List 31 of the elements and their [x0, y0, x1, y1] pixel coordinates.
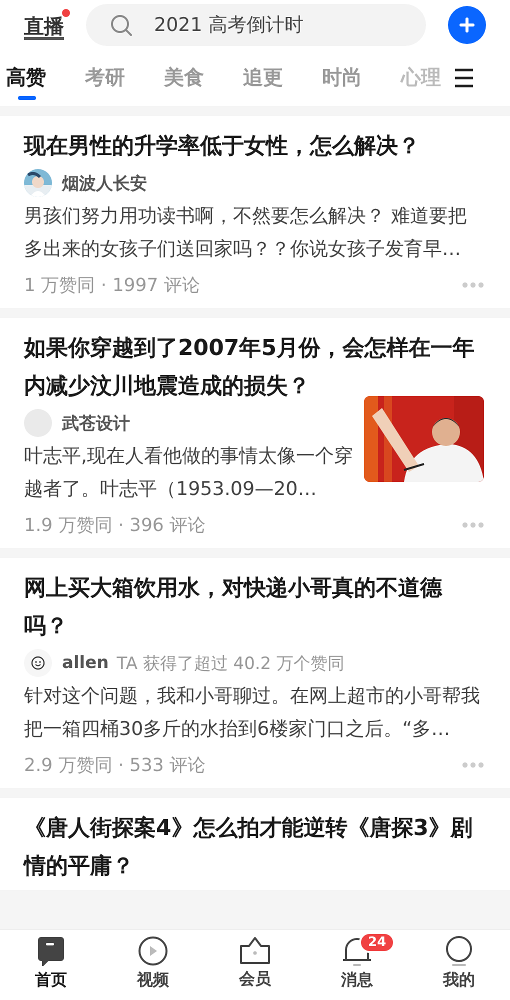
crown-icon[interactable] [239, 936, 271, 965]
question-title: 《唐人街探案4》怎么拍才能逆转《唐探3》剧情的平庸？ [24, 814, 474, 881]
tab-bar-item[interactable]: 会员 [204, 930, 306, 1000]
question-title: 网上买大箱饮用水，对快递小哥真的不道德吗？ [24, 575, 444, 641]
tab-bar-item[interactable]: 消息 24 [306, 930, 408, 1000]
answer-stats: 2.9 万赞同 · 533 评论 [24, 754, 206, 777]
answer-excerpt: 叶志平,现在人看他做的事情太像一个穿越者了。叶志平（1953.09—20… [24, 444, 354, 502]
plus-icon [459, 17, 475, 33]
author-name[interactable]: 武苍设计 [62, 412, 130, 434]
answer-stats: 1.9 万赞同 · 396 评论 [24, 514, 206, 537]
question-title: 现在男性的升学率低于女性，怎么解决？ [24, 132, 421, 161]
author-name[interactable]: 烟波人长安 [62, 172, 147, 194]
category-tab[interactable]: 高赞 [6, 50, 85, 97]
search-icon [110, 14, 132, 36]
count-badge: 24 [359, 932, 396, 953]
author-note: TA 获得了超过 40.2 万个赞同 [116, 652, 345, 674]
menu-icon[interactable] [454, 68, 474, 88]
answer-excerpt: 针对这个问题，我和小哥聊过。在网上超市的小哥帮我把一箱四桶30多斤的水抬到6楼家门口之后。“多… [24, 684, 481, 742]
tab-bar-item[interactable]: 首页 [0, 930, 102, 1000]
search-field[interactable]: 2021 高考倒计时 [86, 4, 426, 46]
home-icon[interactable] [38, 936, 64, 966]
smiley-icon [31, 656, 45, 670]
add-button[interactable] [448, 6, 486, 44]
answer-excerpt: 男孩们努力用功读书啊，不然要怎么解决？ 难道要把多出来的女孩子们送回家吗？？你说女孩子发育早… [24, 204, 468, 262]
question-title: 如果你穿越到了2007年5月份，会怎样在一年内减少汶川地震造成的损失？ [24, 335, 476, 401]
author-name[interactable]: allen [62, 653, 109, 673]
tab-bar-item[interactable]: 视频 [102, 930, 204, 1000]
answer-stats: 1 万赞同 · 1997 评论 [24, 274, 200, 297]
play-icon[interactable] [138, 936, 168, 966]
profile-icon[interactable] [444, 936, 474, 966]
tab-bar-item[interactable]: 我的 [408, 930, 510, 1000]
